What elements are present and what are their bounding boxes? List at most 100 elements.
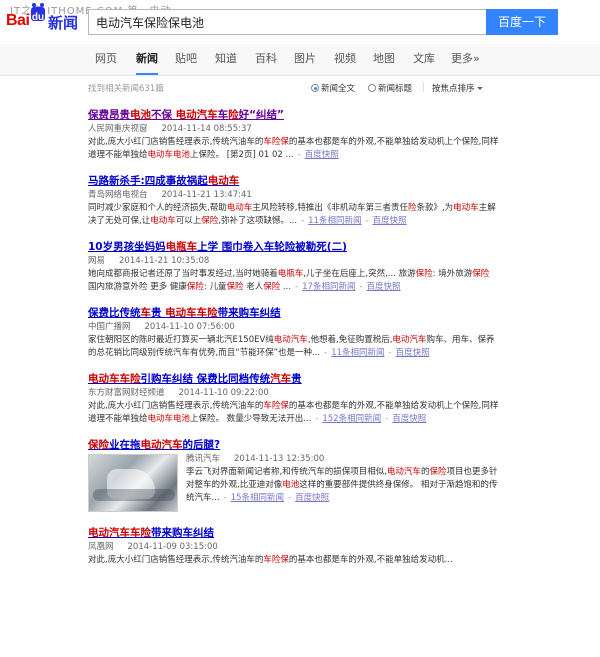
sort-dropdown[interactable]: 按焦点排序 [432,82,483,94]
tab-8[interactable]: 文库 [413,44,435,75]
text-run: 她向成都商报记者还原了当时事发经过,当时她骑着 [88,269,278,279]
result-meta: 人民网重庆视窗 2014-11-14 08:55:37 [88,123,500,136]
tab-1[interactable]: 新闻 [136,44,158,75]
text-run: 保费比传统 [88,307,141,319]
result-title-link[interactable]: 保险业在拖电动汽车的后腿? [88,438,500,452]
highlight-term: 电动汽车车险 [88,527,151,539]
related-news-link[interactable]: 11条相同新闻 [331,348,384,358]
highlight-term: 电池 [130,109,151,121]
chevron-down-icon [476,87,483,90]
highlight-term: 电动汽车 [392,335,427,345]
related-news-link[interactable]: 17条相同新闻 [302,282,355,292]
text-run: ,儿子坐在后座上,突然,... 旅游 [303,269,416,279]
result-title-link[interactable]: 保费昂贵电池不保 电动汽车车险好“纠结” [88,108,500,122]
text-run: 同时减少家庭和个人的经济损失,帮助 [88,203,227,213]
result-meta: 凤凰网 2014-11-09 03:15:00 [88,541,500,554]
highlight-term: 车险保 [263,137,289,147]
text-run: 主风险转移,特推出《非机动车第三者责任 [252,203,408,213]
tab-5[interactable]: 图片 [294,44,316,75]
highlight-term: 电动车车险 [88,373,141,385]
tab-0[interactable]: 网页 [95,44,117,75]
tab-4[interactable]: 百科 [255,44,277,75]
related-news-link[interactable]: 11条相同新闻 [308,216,361,226]
text-run: 贵 [291,373,302,385]
text-run: : 境外旅游 [432,269,473,279]
result-title-link[interactable]: 电动车车险引购车纠结 保费比同档传统汽车贵 [88,372,500,386]
cache-link[interactable]: 百度快照 [305,150,339,160]
text-run: ... [280,282,292,292]
text-run: 老人 [243,282,264,292]
result-source: 中国广播网 [88,322,131,332]
result-title-link[interactable]: 保费比传统车贵 电动车车险带来购车纠结 [88,306,500,320]
divider [423,82,424,92]
highlight-term: 保险 [226,282,244,292]
cache-link[interactable]: 百度快照 [367,282,401,292]
radio-selected-icon [311,84,319,92]
text-run: 业在拖 [109,439,141,451]
logo-du-text: du [31,12,45,23]
logo-news-text: 新闻 [48,14,79,32]
result-source: 青岛网络电视台 [88,190,148,200]
highlight-term: 电动汽车 [273,335,308,345]
result-stats: 找到相关新闻631篇 新闻全文 新闻标题 按焦点排序 [0,78,600,98]
text-run: 国内旅游意外险 更多 健康 [88,282,187,292]
result-abstract: 她向成都商报记者还原了当时事发经过,当时她骑着电瓶车,儿子坐在后座上,突然,..… [88,268,500,294]
search-box [88,9,486,35]
text-run: 条款》,为 [416,203,454,213]
result-source: 腾讯汽车 [186,454,221,464]
tab-label: 百科 [255,52,277,65]
tab-6[interactable]: 视频 [334,44,356,75]
separator-dash: - [388,348,392,358]
highlight-term: 保险 [88,439,109,451]
tab-label: 地图 [373,52,395,65]
tab-label: 更多» [451,52,480,65]
result-time: 2014-11-10 09:22:00 [178,388,269,398]
search-input[interactable] [89,10,486,34]
result-source: 东方财富网财经频道 [88,388,165,398]
baidu-news-logo[interactable]: Bai du 新闻 [6,3,79,36]
related-news-link[interactable]: 15条相同新闻 [231,493,284,503]
cache-link[interactable]: 百度快照 [392,414,426,424]
tab-9[interactable]: 更多» [451,44,480,75]
cache-link[interactable]: 百度快照 [396,348,430,358]
text-run: 上学 围巾卷入车轮险被勒死(二) [197,241,347,253]
highlight-term: 保险 [201,216,219,226]
text-run: ,他想着,免征购置税后, [307,335,393,345]
result-item: 电动汽车车险带来购车纠结 凤凰网 2014-11-09 03:15:00 对此,庞大小… [88,526,500,567]
text-run: 可以上 [175,216,202,226]
text-run: 的基本也都是车的外观,不能单独给发动机... [288,555,453,565]
result-thumbnail[interactable] [88,454,178,512]
text-run: 保费昂贵 [88,109,130,121]
text-run: 对此,庞大小红门店销售经理表示,传统汽油车的 [88,555,264,565]
result-title-link[interactable]: 10岁男孩坐妈妈电瓶车上学 围巾卷入车轮险被勒死(二) [88,240,500,254]
tab-7[interactable]: 地图 [373,44,395,75]
tab-label: 知道 [215,52,237,65]
logo-bai-text: Bai [6,12,30,29]
tab-label: 视频 [334,52,356,65]
text-run: 家住朝阳区的陈时最近打算买一辆北汽E150EV纯 [88,335,274,345]
result-meta: 中国广播网 2014-11-10 07:56:00 [88,321,500,334]
text-run: 的后腿? [182,439,221,451]
text-run: 对此,庞大小红门店销售经理表示,传统汽油车的 [88,137,264,147]
result-abstract: 对此,庞大小红门店销售经理表示,传统汽油车的车险保的基本也都是车的外观,不能单独… [88,400,500,426]
separator-dash: - [359,282,363,292]
text-run: 带来购车纠结 [151,527,214,539]
option-title-only[interactable]: 新闻标题 [368,82,412,94]
result-title-link[interactable]: 电动汽车车险带来购车纠结 [88,526,500,540]
result-meta: 网易 2014-11-21 10:35:08 [88,255,500,268]
highlight-term: 保险 [429,467,447,477]
tab-label: 图片 [294,52,316,65]
option-full-label: 新闻全文 [321,84,356,94]
cache-link[interactable]: 百度快照 [373,216,407,226]
cache-link[interactable]: 百度快照 [295,493,329,503]
header: IT之家 ITHOME.COM 第一电动 Bai du 新闻 百度一下 [0,0,600,44]
option-full-text[interactable]: 新闻全文 [311,82,355,94]
result-title-link[interactable]: 马路新杀手:四成事故祸起电动车 [88,174,500,188]
tab-3[interactable]: 知道 [215,44,237,75]
tab-2[interactable]: 贴吧 [175,44,197,75]
separator-dash: - [315,414,319,424]
search-button[interactable]: 百度一下 [486,9,558,35]
text-run: ,弥补了这项缺憾。... [218,216,298,226]
related-news-link[interactable]: 152条相同新闻 [322,414,381,424]
result-source: 人民网重庆视窗 [88,124,148,134]
